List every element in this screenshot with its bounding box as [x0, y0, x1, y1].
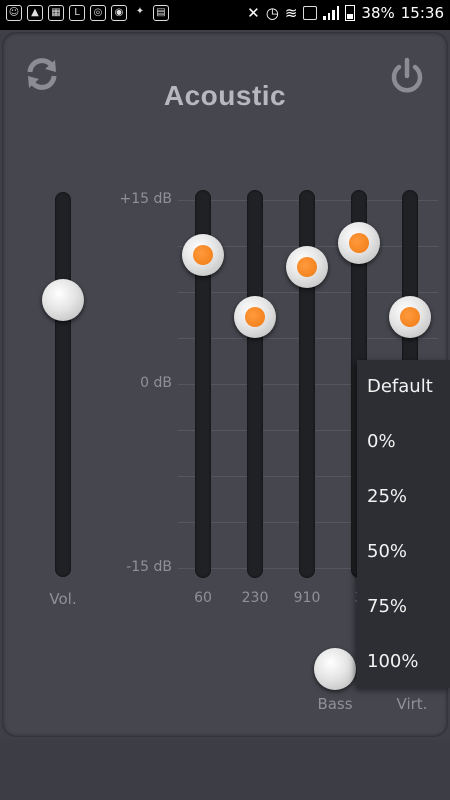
band-track-1[interactable]: [247, 190, 263, 578]
line-icon: L: [69, 5, 85, 21]
menu-item-0[interactable]: 0%: [367, 431, 396, 452]
menu-item-75[interactable]: 75%: [367, 596, 407, 617]
band-knob-3[interactable]: [338, 221, 380, 264]
power-button[interactable]: [387, 56, 427, 96]
signal-icon: [323, 6, 340, 20]
volume-knob[interactable]: [42, 278, 84, 321]
db-label-bottom: -15 dB: [126, 559, 172, 575]
band-knob-4[interactable]: [389, 295, 431, 338]
volume-track[interactable]: [55, 192, 71, 577]
battery-icon: [345, 5, 356, 21]
menu-item-25[interactable]: 25%: [367, 486, 407, 507]
menu-item-50[interactable]: 50%: [367, 541, 407, 562]
system-status: ✕ ◷ ≋ 38% 15:36: [247, 4, 444, 22]
notification-icons: ☺ ▲ ▦ L ◎ ◉ ✦ ▤: [6, 5, 169, 21]
wifi-icon: ≋: [284, 4, 298, 22]
status-bar: ☺ ▲ ▦ L ◎ ◉ ✦ ▤ ✕ ◷ ≋ 38% 15:36: [0, 0, 450, 30]
band-knob-1[interactable]: [234, 295, 276, 338]
calendar-icon: ▤: [153, 5, 169, 21]
knob-indicator: [245, 306, 265, 327]
mute-icon: ✕: [247, 4, 260, 22]
bass-knob[interactable]: [314, 648, 356, 690]
screen-icon: ▦: [48, 5, 64, 21]
knob-indicator: [297, 257, 317, 278]
knob-indicator: [400, 306, 420, 327]
battery-percent: 38%: [361, 4, 395, 22]
menu-item-default[interactable]: Default: [367, 376, 433, 397]
db-label-mid: 0 dB: [140, 375, 172, 391]
sync-icon: [303, 6, 318, 20]
volume-label: Vol.: [49, 590, 77, 608]
band-label-1: 230: [241, 590, 269, 606]
power-icon: [391, 57, 423, 93]
image-icon: ▲: [27, 5, 43, 21]
band-label-0: 60: [194, 590, 212, 606]
knob-indicator: [349, 232, 369, 253]
menu-item-100[interactable]: 100%: [367, 651, 418, 672]
twitter-icon: ✦: [135, 6, 145, 17]
alarm-icon: ◷: [265, 4, 279, 22]
virtualizer-label: Virt.: [396, 695, 428, 713]
knob-indicator: [193, 245, 213, 266]
preset-title[interactable]: Acoustic: [0, 80, 450, 112]
person-icon: ☺: [6, 5, 22, 21]
db-label-top: +15 dB: [119, 191, 173, 207]
bottom-area: [0, 740, 450, 800]
instagram-icon: ◎: [90, 5, 106, 21]
clock: 15:36: [400, 4, 444, 22]
band-label-2: 910: [293, 590, 321, 606]
band-knob-0[interactable]: [182, 234, 224, 277]
camera-icon: ◉: [111, 5, 127, 21]
virtualizer-menu: Default 0% 25% 50% 75% 100%: [357, 360, 450, 688]
bass-label: Bass: [317, 695, 353, 713]
